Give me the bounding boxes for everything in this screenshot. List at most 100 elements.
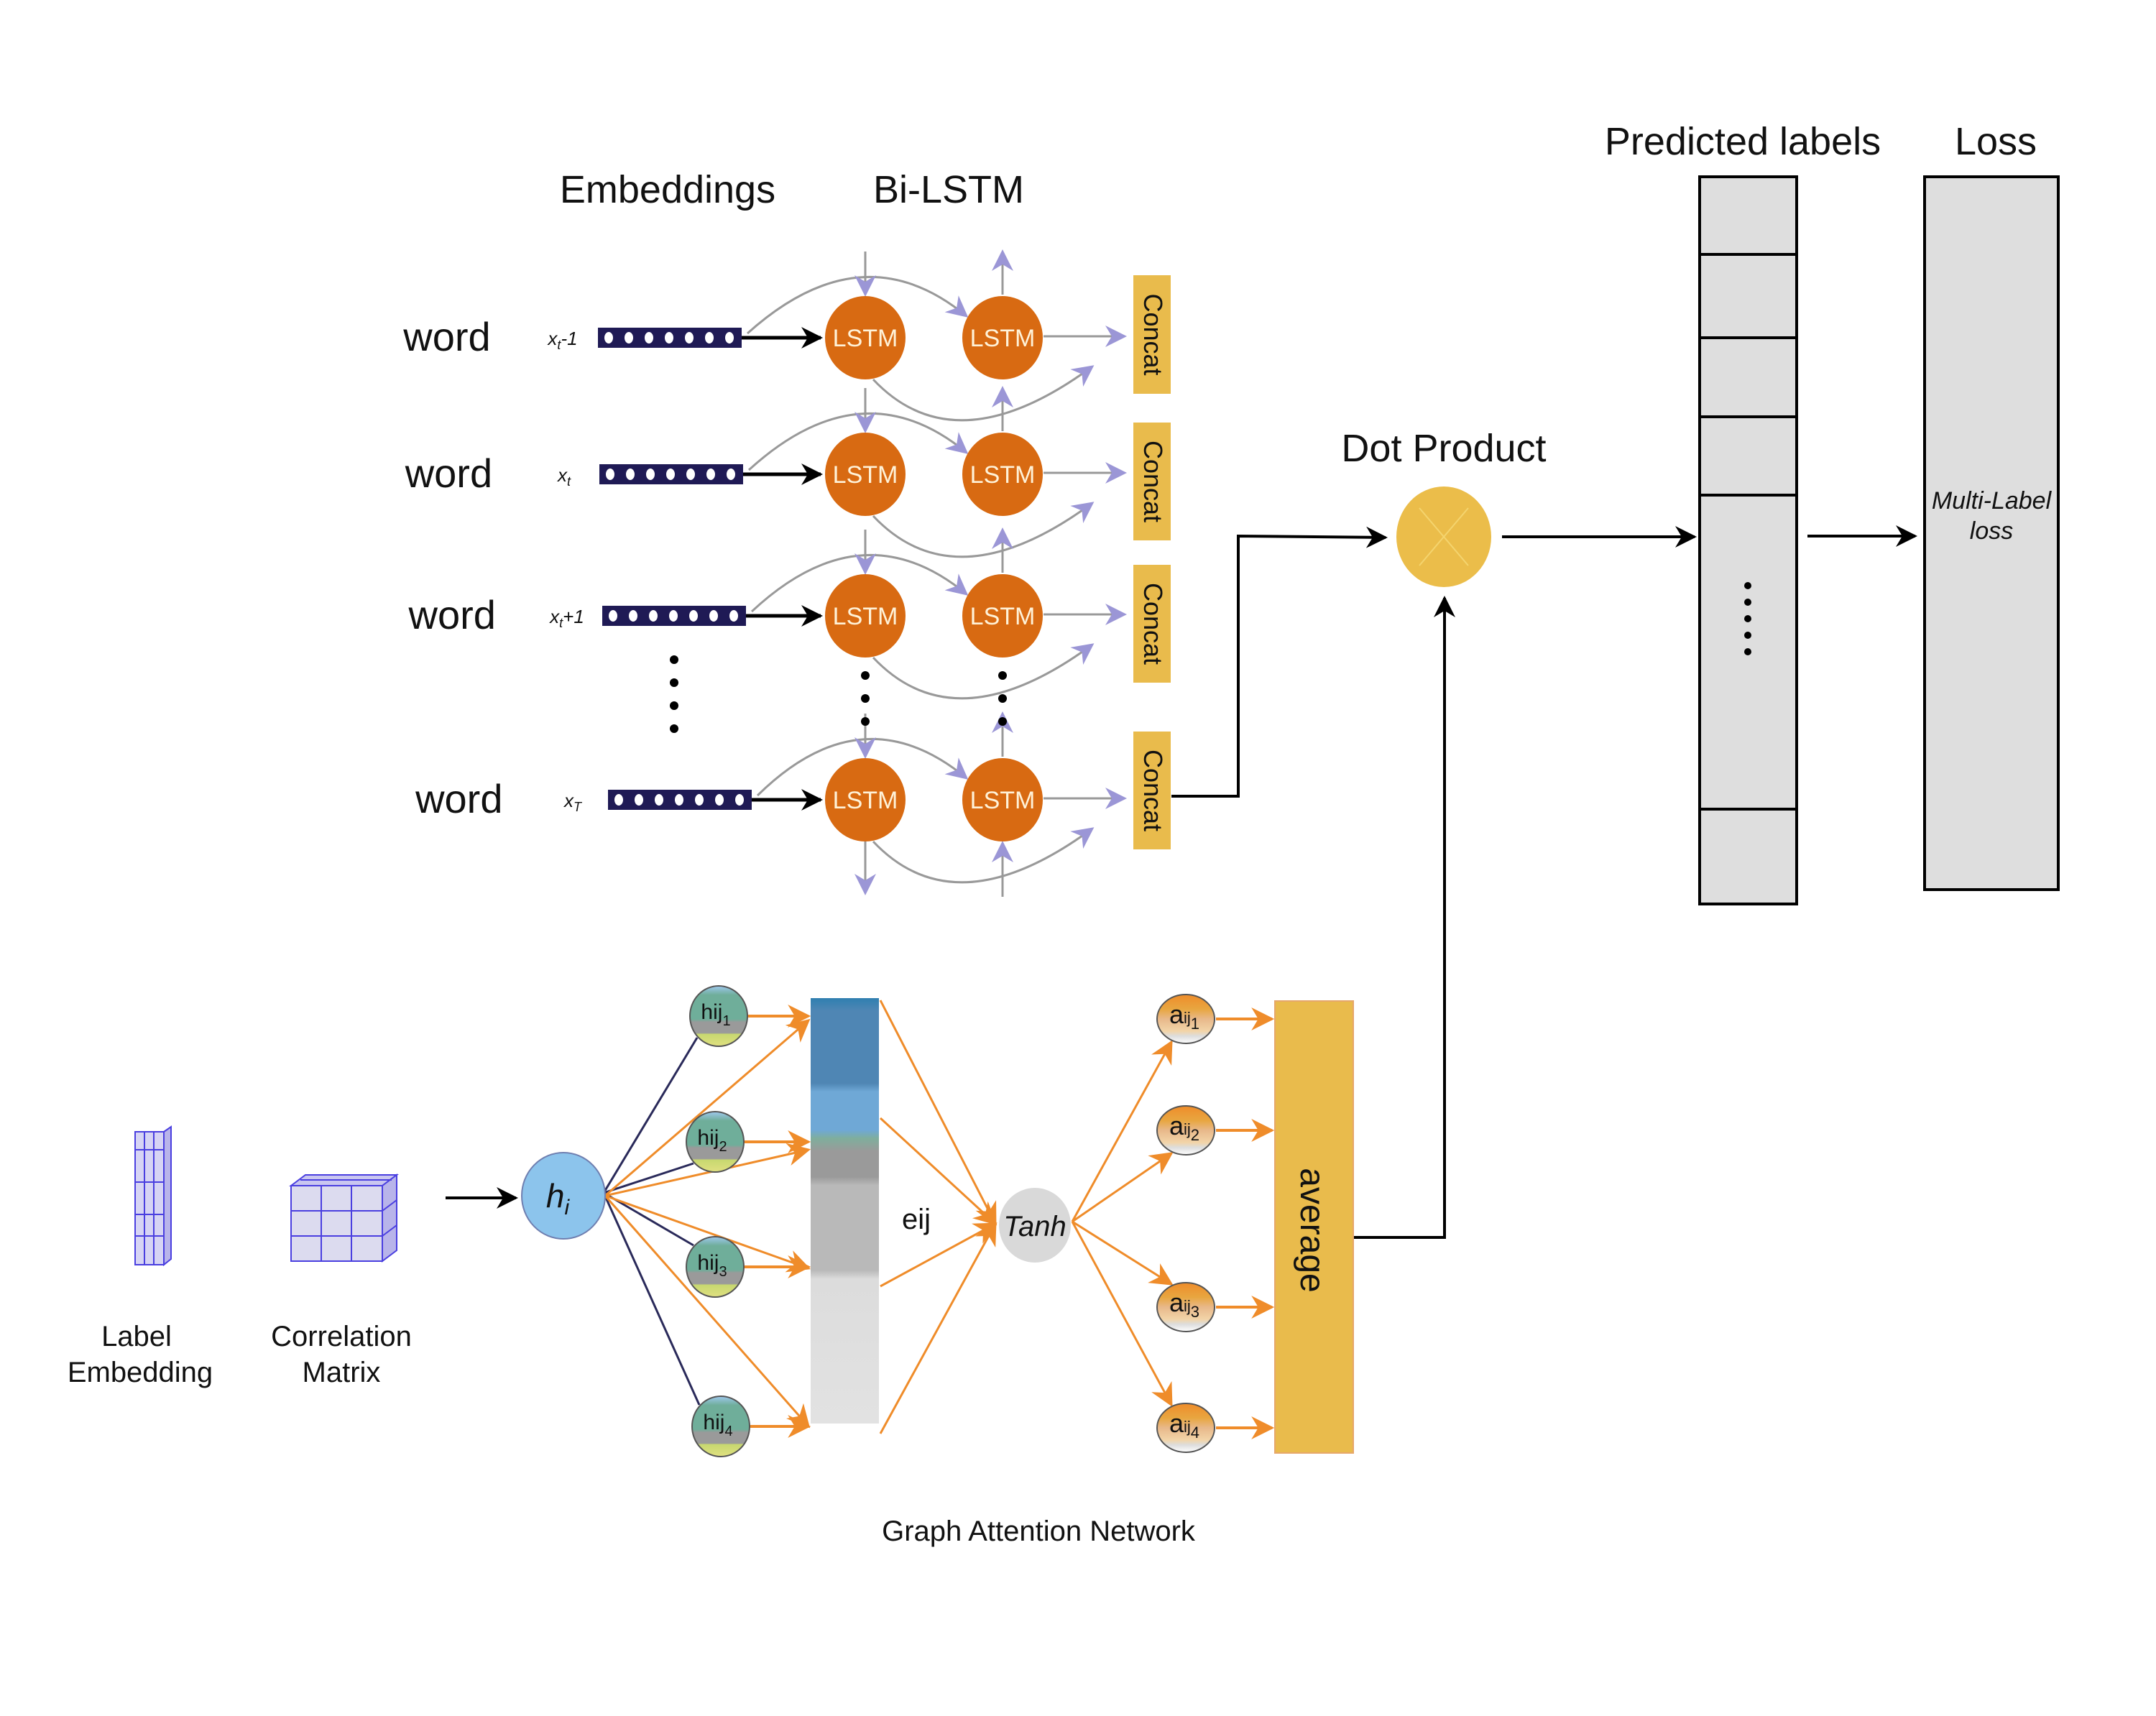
bilstm-row: word xt-1 LSTM LSTM Concat (402, 249, 1171, 422)
hij-sub: 1 (722, 1013, 730, 1029)
input-token-label: xT (563, 790, 583, 814)
aij-node: aij1 (1156, 994, 1215, 1044)
bilstm-rows: word xt-1 LSTM LSTM Concatword xt LSTM LSTM Conc… (402, 249, 1171, 897)
aij-mid: ij (1184, 1120, 1191, 1138)
lstm-forward-cell: LSTM (825, 433, 906, 516)
aij-main: a (1169, 1288, 1184, 1317)
bilstm-header: Bi-LSTM (873, 168, 1024, 211)
hij-node: hij3 (686, 1236, 745, 1298)
aij-sub: 3 (1191, 1303, 1199, 1321)
aij-sub: 2 (1191, 1126, 1199, 1144)
loss-header: Loss (1955, 120, 2037, 163)
concat-box: Concat (1133, 275, 1171, 394)
aij-main: a (1169, 1111, 1184, 1140)
label-embedding-line1: Label (101, 1321, 172, 1352)
embedding-vector (598, 328, 742, 348)
bilstm-row: word xT LSTM LSTM Concat (415, 711, 1171, 897)
dot-product-node (1396, 486, 1491, 587)
label-embedding-line2: Embedding (68, 1357, 213, 1388)
lstm-label: LSTM (833, 325, 898, 352)
backward-arc (872, 827, 1095, 884)
embedding-vector (599, 464, 743, 484)
input-token-main: x (548, 606, 560, 627)
input-token-main: x (556, 464, 568, 486)
hij-sub: 2 (719, 1139, 727, 1155)
aij-node: aij3 (1156, 1282, 1215, 1332)
hi-main: h (546, 1177, 565, 1214)
lstm-backward-cell: LSTM (962, 433, 1043, 516)
input-token-suffix: +1 (563, 606, 584, 627)
concat-box: Concat (1133, 423, 1171, 540)
average-to-dot-arrow (1354, 596, 1455, 1239)
tanh-to-aij-edge (1072, 1152, 1174, 1223)
gat-edges (602, 1000, 1275, 1439)
concat-box: Concat (1133, 565, 1171, 683)
tanh-to-aij-edge (1072, 1220, 1174, 1286)
input-token-label: xt (556, 464, 571, 489)
hij-main: hij (697, 1126, 719, 1150)
word-label: word (402, 314, 490, 359)
lstm-forward-cell: LSTM (825, 758, 906, 841)
tanh-to-aij-edge (1071, 1221, 1173, 1407)
aij-main: a (1169, 1408, 1184, 1438)
lstm-label: LSTM (970, 787, 1036, 814)
average-label: average (1293, 1168, 1331, 1292)
aij-node: aij4 (1156, 1403, 1215, 1453)
hi-node: hi (521, 1152, 606, 1240)
concat-box: Concat (1133, 732, 1171, 849)
loss-box-line2: loss (1970, 517, 2013, 545)
input-token-sub: t (567, 474, 571, 489)
hij-node: hij2 (686, 1111, 745, 1173)
input-token-label: xt+1 (548, 606, 584, 630)
lstm-label: LSTM (970, 325, 1036, 352)
eij-label: eij (902, 1204, 931, 1235)
concat-label: Concat (1138, 583, 1168, 665)
bilstm-row: word xt+1 LSTM LSTM Concat (408, 527, 1171, 700)
hi-to-eij-edge (604, 1195, 811, 1429)
lstm-label: LSTM (970, 461, 1036, 489)
predicted-labels-box (1698, 175, 1798, 905)
correlation-matrix-line1: Correlation (271, 1321, 412, 1352)
lstm-label: LSTM (833, 787, 898, 814)
eij-to-tanh-edge (879, 1117, 998, 1226)
hij-node: hij1 (689, 985, 748, 1047)
lstm-backward-cell: LSTM (962, 758, 1043, 841)
lstm-forward-cell: LSTM (825, 296, 906, 379)
embedding-vector (602, 606, 746, 626)
ellipsis-dots (670, 655, 1007, 733)
word-label: word (405, 451, 492, 496)
aij-mid: ij (1184, 1009, 1191, 1027)
concat-label: Concat (1138, 440, 1168, 522)
hij-node: hij4 (691, 1396, 750, 1457)
input-token-label: xt-1 (546, 328, 577, 352)
input-token-main: x (563, 790, 574, 811)
lstm-backward-cell: LSTM (962, 574, 1043, 658)
hij-main: hij (703, 1411, 724, 1434)
aij-nodes: aij1aij2aij3aij4 (1156, 994, 1215, 1453)
backward-arc (872, 365, 1095, 422)
aij-sub: 1 (1191, 1015, 1199, 1033)
lstm-forward-cell: LSTM (825, 574, 906, 658)
word-label: word (408, 592, 496, 637)
hij-sub: 4 (724, 1424, 732, 1439)
aij-node: aij2 (1156, 1105, 1215, 1155)
lstm-label: LSTM (970, 603, 1036, 630)
eij-vector-bar (811, 998, 879, 1424)
bilstm-row: word xt LSTM LSTM Concat (405, 386, 1171, 558)
dot-product-header: Dot Product (1341, 427, 1546, 470)
hij-sub: 3 (719, 1264, 727, 1280)
concat-label: Concat (1138, 293, 1168, 375)
correlation-matrix-icon (289, 1173, 399, 1263)
gat-caption: Graph Attention Network (882, 1516, 1196, 1547)
loss-box-line1: Multi-Label (1932, 487, 2053, 515)
tanh-label: Tanh (1003, 1211, 1067, 1242)
backward-arc (872, 502, 1095, 558)
input-token-sub: T (573, 800, 583, 814)
hij-nodes: hij1hij2hij3hij4 (686, 985, 750, 1457)
embeddings-header: Embeddings (560, 168, 775, 211)
aij-main: a (1169, 1000, 1184, 1029)
aij-mid: ij (1184, 1297, 1191, 1315)
embedding-vector (608, 790, 752, 810)
input-token-main: x (546, 328, 558, 349)
concat-to-dot-arrow (1171, 526, 1388, 798)
